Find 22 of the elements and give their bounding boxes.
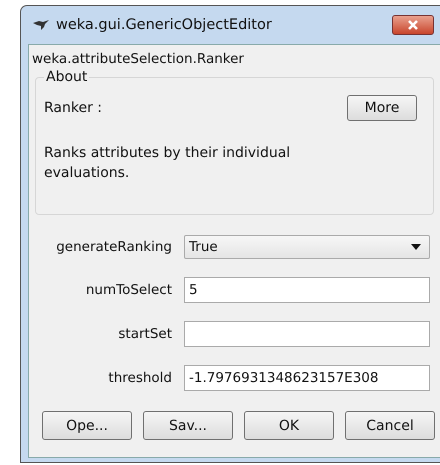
dropdown-arrow-icon [411,244,421,250]
more-button[interactable]: More [347,95,417,121]
dialog-button[interactable]: Ope... [42,411,132,440]
input-field[interactable]: 5 [184,277,430,303]
dialog-button[interactable]: OK [244,411,334,440]
dropdown[interactable]: True [184,235,430,259]
property-label: threshold [107,370,172,386]
class-name: weka.attributeSelection.Ranker [32,51,245,67]
about-description: Ranks attributes by their individual evaluations. [44,144,292,183]
property-label: startSet [117,326,172,342]
dialog-button[interactable]: Cancel [345,411,435,440]
input-field[interactable]: -1.7976931348623157E308 [184,365,430,391]
window-title: weka.gui.GenericObjectEditor [56,17,273,33]
about-heading: Ranker : [44,100,102,116]
input-field[interactable] [184,321,430,347]
dialog-button[interactable]: Sav... [143,411,233,440]
property-label: numToSelect [84,282,172,298]
about-title: About [45,69,88,85]
bird-icon [32,19,50,31]
close-icon [406,19,420,31]
property-label: generateRanking [55,239,172,255]
close-button[interactable] [392,15,434,35]
